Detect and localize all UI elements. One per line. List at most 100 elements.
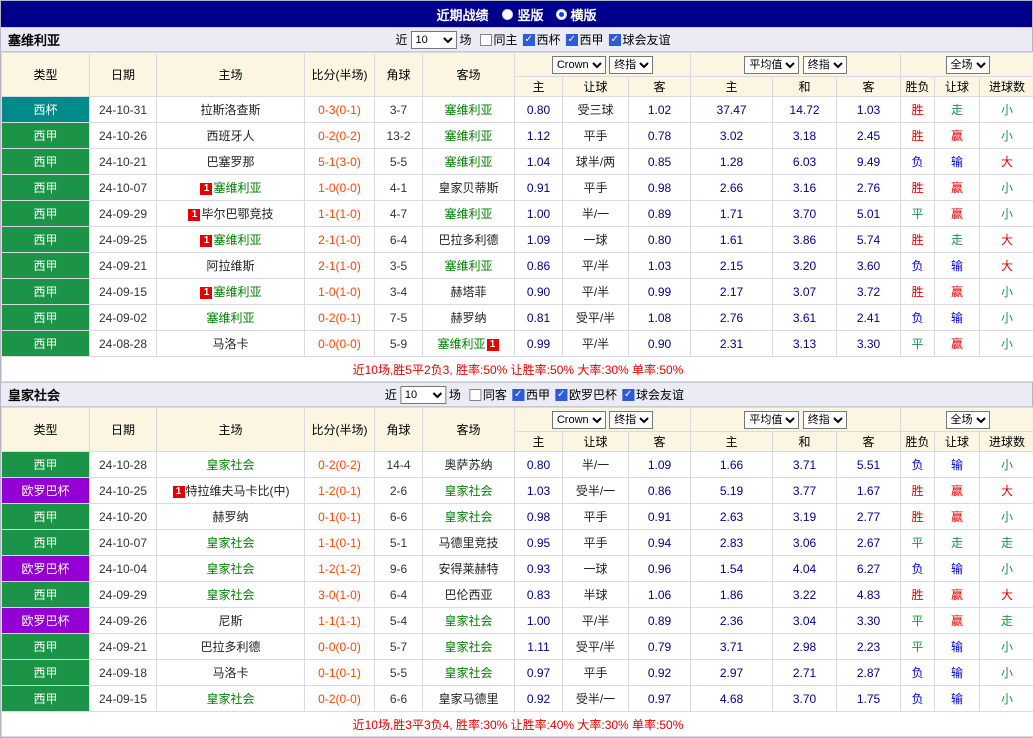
score-cell: 1-2(1-2) [305, 556, 375, 582]
handicap-home-odds: 0.81 [515, 305, 563, 331]
filter-checkboxes: 同主西杯西甲球会友谊 [474, 31, 670, 48]
col-odds-home: 主 [515, 432, 563, 452]
league-type-cell: 西甲 [2, 149, 90, 175]
col-away: 客场 [423, 53, 515, 97]
bookmaker-select[interactable]: Crown [552, 411, 606, 429]
result-outcome: 胜 [901, 504, 935, 530]
match-scope-select[interactable]: 全场 [946, 56, 990, 74]
score-cell: 1-0(0-0) [305, 175, 375, 201]
team-label: 皇家社会 [444, 510, 492, 524]
handicap-line: 球半/两 [563, 149, 629, 175]
checkbox-label: 西甲 [526, 386, 550, 403]
avg-home-odds: 1.28 [691, 149, 773, 175]
bookmaker-select[interactable]: Crown [552, 56, 606, 74]
avg-stage-select[interactable]: 终指 [803, 411, 847, 429]
match-date: 24-10-04 [90, 556, 157, 582]
result-outcome: 胜 [901, 175, 935, 201]
avg-away-odds: 5.01 [837, 201, 901, 227]
handicap-away-odds: 1.02 [629, 97, 691, 123]
league-type-cell: 西甲 [2, 452, 90, 478]
result-handicap: 赢 [935, 608, 980, 634]
col-home: 主场 [157, 53, 305, 97]
filter-checkbox[interactable]: 球会友谊 [609, 31, 671, 48]
col-avg-draw: 和 [773, 432, 837, 452]
col-score: 比分(半场) [305, 53, 375, 97]
result-outcome: 负 [901, 452, 935, 478]
avg-draw-odds: 3.07 [773, 279, 837, 305]
match-row: 欧罗巴杯24-10-251特拉维夫马卡比(中)1-2(0-1)2-6皇家社会1.… [2, 478, 1033, 504]
summary-row: 近10场,胜5平2负3, 胜率:50% 让胜率:50% 大率:30% 单率:50… [2, 357, 1033, 382]
handicap-line: 平手 [563, 530, 629, 556]
match-row: 西甲24-08-28马洛卡0-0(0-0)5-9塞维利亚10.99平/半0.90… [2, 331, 1033, 357]
team-label: 巴拉多利德 [200, 640, 260, 654]
match-date: 24-09-29 [90, 201, 157, 227]
match-date: 24-09-25 [90, 227, 157, 253]
checkbox-icon [523, 34, 535, 46]
result-outcome: 胜 [901, 582, 935, 608]
handicap-home-odds: 0.80 [515, 452, 563, 478]
avg-home-odds: 2.63 [691, 504, 773, 530]
result-goals: 小 [980, 504, 1033, 530]
avg-stage-select[interactable]: 终指 [803, 56, 847, 74]
average-odds-group: 平均值 终指 [691, 53, 901, 77]
corner-cell: 4-1 [375, 175, 423, 201]
result-outcome: 胜 [901, 478, 935, 504]
vertical-layout-radio[interactable]: 竖版 [502, 5, 543, 24]
match-scope-select[interactable]: 全场 [946, 411, 990, 429]
match-row: 西甲24-09-151塞维利亚1-0(1-0)3-4赫塔菲0.90平/半0.99… [2, 279, 1033, 305]
away-team-cell: 马德里竞技 [423, 530, 515, 556]
away-team-cell: 奥萨苏纳 [423, 452, 515, 478]
col-away: 客场 [423, 408, 515, 452]
match-row: 西甲24-09-02塞维利亚0-2(0-1)7-5赫罗纳0.81受平/半1.08… [2, 305, 1033, 331]
result-handicap: 赢 [935, 478, 980, 504]
match-date: 24-09-18 [90, 660, 157, 686]
match-row: 西甲24-10-07皇家社会1-1(0-1)5-1马德里竞技0.95平手0.94… [2, 530, 1033, 556]
radio-label: 竖版 [517, 5, 543, 24]
result-outcome: 负 [901, 686, 935, 712]
league-type-cell: 西甲 [2, 331, 90, 357]
col-result-handicap: 让球 [935, 432, 980, 452]
average-odds-group: 平均值 终指 [691, 408, 901, 432]
filter-checkbox[interactable]: 球会友谊 [622, 386, 684, 403]
handicap-home-odds: 0.99 [515, 331, 563, 357]
filter-checkbox[interactable]: 同客 [469, 386, 507, 403]
filter-checkbox[interactable]: 西甲 [566, 31, 604, 48]
match-row: 西甲24-10-071塞维利亚1-0(0-0)4-1皇家贝蒂斯0.91平手0.9… [2, 175, 1033, 201]
team-label: 皇家贝蒂斯 [438, 181, 498, 195]
result-handicap: 输 [935, 660, 980, 686]
team-label: 阿拉维斯 [206, 259, 254, 273]
away-team-cell: 塞维利亚1 [423, 331, 515, 357]
col-odds-line: 让球 [563, 77, 629, 97]
result-handicap: 输 [935, 305, 980, 331]
horizontal-layout-radio[interactable]: 横版 [556, 5, 597, 24]
avg-home-odds: 3.71 [691, 634, 773, 660]
rank-badge: 1 [200, 183, 212, 195]
average-select[interactable]: 平均值 [744, 56, 799, 74]
filter-checkbox[interactable]: 欧罗巴杯 [555, 386, 617, 403]
handicap-home-odds: 0.86 [515, 253, 563, 279]
avg-home-odds: 1.71 [691, 201, 773, 227]
checkbox-label: 同主 [493, 31, 517, 48]
match-date: 24-09-26 [90, 608, 157, 634]
corner-cell: 13-2 [375, 123, 423, 149]
average-select[interactable]: 平均值 [744, 411, 799, 429]
result-outcome: 胜 [901, 279, 935, 305]
avg-away-odds: 9.49 [837, 149, 901, 175]
league-type-cell: 欧罗巴杯 [2, 478, 90, 504]
recent-count-select[interactable]: 10 [410, 31, 456, 49]
avg-home-odds: 1.54 [691, 556, 773, 582]
handicap-home-odds: 1.00 [515, 608, 563, 634]
handicap-line: 平/半 [563, 253, 629, 279]
recent-count-select[interactable]: 10 [400, 386, 446, 404]
odds-stage-select[interactable]: 终指 [609, 411, 653, 429]
home-team-cell: 塞维利亚 [157, 305, 305, 331]
filter-checkbox[interactable]: 西杯 [523, 31, 561, 48]
team-label: 安得莱赫特 [438, 562, 498, 576]
avg-home-odds: 1.86 [691, 582, 773, 608]
filter-checkbox[interactable]: 西甲 [512, 386, 550, 403]
filter-checkbox[interactable]: 同主 [479, 31, 517, 48]
odds-stage-select[interactable]: 终指 [609, 56, 653, 74]
topbar: 近期战绩 竖版横版 [1, 1, 1032, 27]
team-label: 塞维利亚 [444, 129, 492, 143]
handicap-home-odds: 0.97 [515, 660, 563, 686]
